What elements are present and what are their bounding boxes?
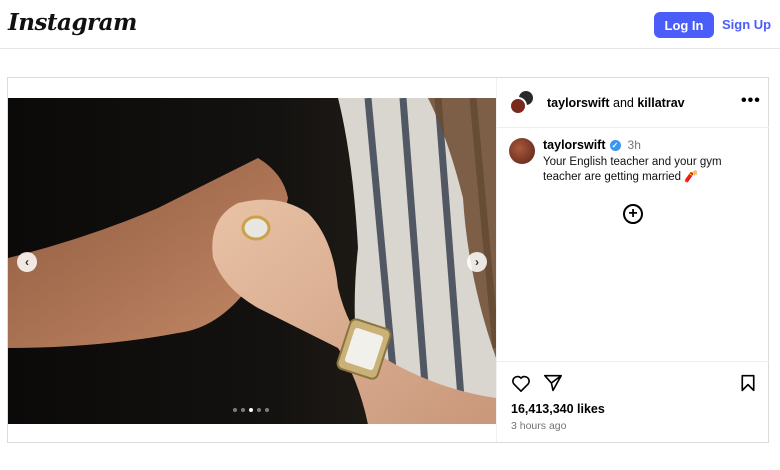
signup-link[interactable]: Sign Up: [722, 17, 771, 32]
avatar: [509, 97, 527, 115]
username-link[interactable]: taylorswift: [543, 138, 606, 152]
post-card: ‹ › taylorswift and killatrav ••• taylor…: [7, 77, 769, 443]
carousel-dot: [241, 408, 245, 412]
carousel-dot: [257, 408, 261, 412]
more-horizontal-icon[interactable]: •••: [741, 92, 761, 110]
post-media: ‹ ›: [8, 98, 496, 424]
avatar[interactable]: [509, 138, 535, 164]
username-link[interactable]: taylorswift: [547, 96, 610, 110]
caption-text: Your English teacher and your gym teache…: [543, 156, 722, 183]
carousel-indicator: [233, 408, 269, 412]
post-photo: [8, 98, 496, 424]
verified-badge-icon: ✓: [609, 139, 621, 151]
instagram-logo[interactable]: Instagram: [8, 9, 137, 36]
top-nav: Instagram Log In Sign Up: [0, 0, 780, 49]
previous-slide-button[interactable]: ‹: [17, 252, 37, 272]
comment-time: 3h: [627, 138, 641, 152]
heart-icon[interactable]: [511, 374, 531, 392]
likes-count[interactable]: 16,413,340 likes: [511, 402, 605, 416]
carousel-dot-active: [249, 408, 253, 412]
share-icon[interactable]: [543, 374, 563, 392]
carousel-dot: [265, 408, 269, 412]
post-actions: 16,413,340 likes 3 hours ago: [497, 361, 769, 442]
login-button[interactable]: Log In: [654, 12, 714, 38]
carousel-dot: [233, 408, 237, 412]
bookmark-icon[interactable]: [739, 374, 757, 392]
post-sidebar: taylorswift and killatrav ••• taylorswif…: [496, 78, 769, 442]
username-link[interactable]: killatrav: [637, 96, 684, 110]
next-slide-button[interactable]: ›: [467, 252, 487, 272]
posted-time: 3 hours ago: [511, 420, 567, 432]
add-circle-icon[interactable]: +: [623, 204, 643, 224]
collaborator-avatars[interactable]: [509, 89, 535, 115]
post-header: taylorswift and killatrav •••: [497, 78, 769, 128]
collaborator-names: taylorswift and killatrav: [547, 96, 685, 110]
